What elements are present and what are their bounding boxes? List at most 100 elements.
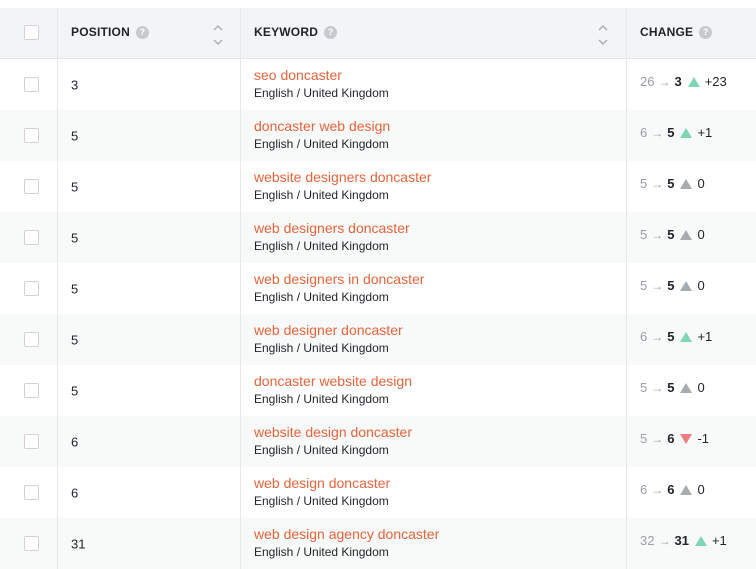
table-row: 5 doncaster web design English / United Ki… <box>0 110 756 161</box>
row-checkbox[interactable] <box>24 484 39 500</box>
keyword-help-icon[interactable]: ? <box>324 25 338 39</box>
position-value: 5 <box>71 383 79 398</box>
keyword-cell: web design agency doncaster English / Uni… <box>241 518 627 569</box>
header-keyword[interactable]: KEYWORD ? <box>241 8 627 58</box>
keyword-locale: English / United Kingdom <box>254 392 389 406</box>
keyword-header-label: KEYWORD <box>254 25 319 39</box>
row-select-cell <box>0 416 58 467</box>
trend-up-icon <box>680 331 693 342</box>
previous-position: 5 <box>640 227 648 242</box>
keyword-cell: web designers doncaster English / United … <box>241 212 627 263</box>
keyword-link[interactable]: website design doncaster <box>254 424 412 440</box>
position-value: 5 <box>71 332 79 347</box>
position-delta: 0 <box>697 176 705 191</box>
keyword-cell: web designer doncaster English / United K… <box>241 314 627 365</box>
keyword-link[interactable]: doncaster website design <box>254 373 412 389</box>
row-select-cell <box>0 518 58 569</box>
row-checkbox[interactable] <box>24 382 39 398</box>
arrow-right-icon: → <box>651 329 664 344</box>
keyword-link[interactable]: web design agency doncaster <box>254 526 439 542</box>
position-delta: 0 <box>697 482 705 497</box>
change-cell: 5 → 5 0 <box>627 161 756 212</box>
trend-up-icon <box>694 535 707 546</box>
position-cell: 3 <box>58 59 241 110</box>
row-checkbox[interactable] <box>24 280 39 296</box>
table-row: 3 seo doncaster English / United Kingdom 26… <box>0 59 756 110</box>
row-select-cell <box>0 263 58 314</box>
change-cell: 5 → 5 0 <box>627 212 756 263</box>
header-position[interactable]: POSITION ? <box>58 8 241 58</box>
position-cell: 6 <box>58 467 241 518</box>
row-checkbox[interactable] <box>24 535 39 551</box>
arrow-right-icon: → <box>651 482 664 497</box>
table-row: 5 web designers in doncaster English / Uni… <box>0 263 756 314</box>
position-help-icon[interactable]: ? <box>135 25 149 39</box>
keyword-link[interactable]: web designers doncaster <box>254 220 410 236</box>
table-row: 5 web designers doncaster English / United… <box>0 212 756 263</box>
keyword-cell: web design doncaster English / United Kin… <box>241 467 627 518</box>
arrow-right-icon: → <box>651 431 664 446</box>
trend-neutral-icon <box>680 382 693 393</box>
trend-up-icon <box>687 76 700 87</box>
row-select-cell <box>0 467 58 518</box>
row-checkbox[interactable] <box>24 229 39 245</box>
keyword-link[interactable]: web designer doncaster <box>254 322 403 338</box>
current-position: 5 <box>667 176 675 191</box>
keyword-locale: English / United Kingdom <box>254 137 389 151</box>
header-change[interactable]: CHANGE ? <box>627 8 756 58</box>
row-checkbox[interactable] <box>24 127 39 143</box>
previous-position: 5 <box>640 278 648 293</box>
keyword-link[interactable]: web design doncaster <box>254 475 390 491</box>
previous-position: 5 <box>640 380 648 395</box>
position-delta: 0 <box>697 227 705 242</box>
row-checkbox[interactable] <box>24 178 39 194</box>
keyword-cell: website design doncaster English / United… <box>241 416 627 467</box>
table-row: 5 web designer doncaster English / United … <box>0 314 756 365</box>
trend-neutral-icon <box>680 484 693 495</box>
table-row: 6 web design doncaster English / United Ki… <box>0 467 756 518</box>
keyword-locale: English / United Kingdom <box>254 545 389 559</box>
row-checkbox[interactable] <box>24 433 39 449</box>
keyword-link[interactable]: seo doncaster <box>254 67 342 83</box>
current-position: 5 <box>667 380 675 395</box>
trend-neutral-icon <box>680 280 693 291</box>
position-delta: 0 <box>697 278 705 293</box>
position-value: 5 <box>71 179 79 194</box>
change-cell: 5 → 6 -1 <box>627 416 756 467</box>
previous-position: 6 <box>640 482 648 497</box>
position-cell: 5 <box>58 212 241 263</box>
previous-position: 26 <box>640 74 655 89</box>
keyword-cell: doncaster web design English / United Kin… <box>241 110 627 161</box>
header-select-cell <box>0 8 58 58</box>
position-delta: +1 <box>697 125 713 140</box>
change-cell: 26 → 3 +23 <box>627 59 756 110</box>
arrow-right-icon: → <box>658 533 671 548</box>
current-position: 3 <box>674 74 682 89</box>
select-all-checkbox[interactable] <box>24 25 39 40</box>
keyword-link[interactable]: website designers doncaster <box>254 169 431 185</box>
current-position: 6 <box>667 431 675 446</box>
position-delta: -1 <box>697 431 710 446</box>
position-value: 6 <box>71 434 79 449</box>
row-select-cell <box>0 59 58 110</box>
position-cell: 5 <box>58 314 241 365</box>
change-help-icon[interactable]: ? <box>699 25 713 39</box>
row-checkbox[interactable] <box>24 331 39 347</box>
keyword-cell: web designers in doncaster English / Unit… <box>241 263 627 314</box>
current-position: 5 <box>667 329 675 344</box>
keyword-cell: doncaster website design English / United… <box>241 365 627 416</box>
row-select-cell <box>0 365 58 416</box>
table-row: 5 doncaster website design English / Unite… <box>0 365 756 416</box>
position-value: 31 <box>71 536 86 551</box>
current-position: 5 <box>667 227 675 242</box>
row-checkbox[interactable] <box>24 76 39 92</box>
keyword-sort-icon[interactable] <box>597 22 609 48</box>
position-delta: +23 <box>704 74 727 89</box>
keyword-link[interactable]: web designers in doncaster <box>254 271 424 287</box>
position-sort-icon[interactable] <box>212 22 224 48</box>
keyword-link[interactable]: doncaster web design <box>254 118 390 134</box>
position-value: 3 <box>71 77 79 92</box>
position-value: 5 <box>71 230 79 245</box>
change-cell: 5 → 5 0 <box>627 263 756 314</box>
trend-down-icon <box>680 433 693 444</box>
